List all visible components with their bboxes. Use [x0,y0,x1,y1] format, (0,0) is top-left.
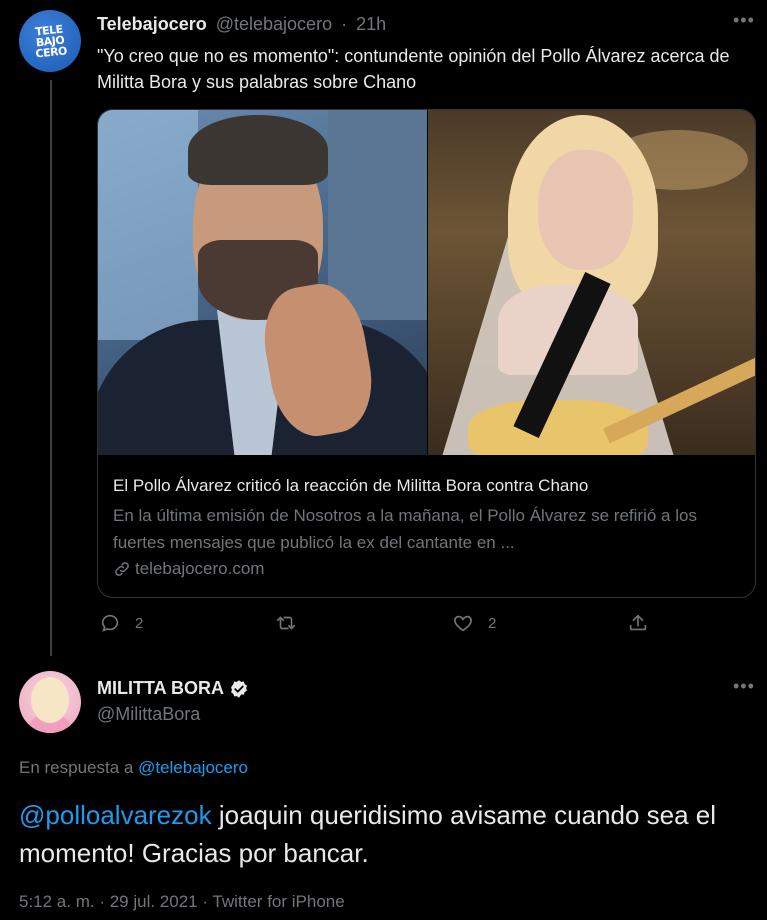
reply-icon [101,614,119,632]
tweet-text: @polloalvarezok joaquin queridisimo avis… [19,796,749,872]
card-title: El Pollo Álvarez criticó la reacción de … [113,476,589,495]
like-button[interactable]: 2 [452,612,496,634]
like-count: 2 [488,614,497,632]
user-handle[interactable]: @telebajocero [216,14,332,34]
separator: · [341,14,348,34]
telebajocero-logo: TELE BAJO CERO [34,22,68,61]
card-domain: telebajocero.com [113,559,264,579]
more-options-icon[interactable]: ••• [733,10,755,31]
link-card[interactable]: El Pollo Álvarez criticó la reacción de … [97,109,756,598]
display-name[interactable]: Telebajocero [97,14,207,34]
reply-mention-link[interactable]: @telebajocero [138,758,248,777]
more-options-icon[interactable]: ••• [733,676,755,697]
tweet-text: "Yo creo que no es momento": contundente… [97,46,730,92]
avatar[interactable] [19,671,81,733]
tweet-meta[interactable]: 5:12 a. m. · 29 jul. 2021 · Twitter for … [19,892,345,912]
share-button[interactable] [627,612,649,634]
tweet-actions: 2 2 [97,612,657,642]
display-name[interactable]: MILITTA BORA [97,678,249,699]
reply-count: 2 [135,614,144,632]
heart-icon [454,615,472,632]
mention-link[interactable]: @polloalvarezok [19,800,212,830]
avatar[interactable]: TELE BAJO CERO [19,10,81,72]
link-icon [115,562,129,576]
reply-context: En respuesta a @telebajocero [19,758,248,778]
retweet-button[interactable] [274,612,312,634]
thread-line [50,80,52,656]
card-image [98,110,755,455]
reply-button[interactable]: 2 [99,612,143,634]
display-name-text: MILITTA BORA [97,678,224,698]
card-domain-text: telebajocero.com [135,559,265,578]
card-photo-right [428,110,755,455]
tweet-time[interactable]: 21h [356,14,386,34]
retweet-icon [276,616,296,630]
verified-badge-icon [231,679,247,698]
card-description: En la última emisión de Nosotros a la ma… [113,506,697,552]
share-icon [629,614,647,631]
user-handle[interactable]: @MilittaBora [97,704,200,725]
tweet-header: Telebajocero @telebajocero · 21h [97,14,386,35]
reply-prefix: En respuesta a [19,758,134,777]
card-photo-left [98,110,427,455]
